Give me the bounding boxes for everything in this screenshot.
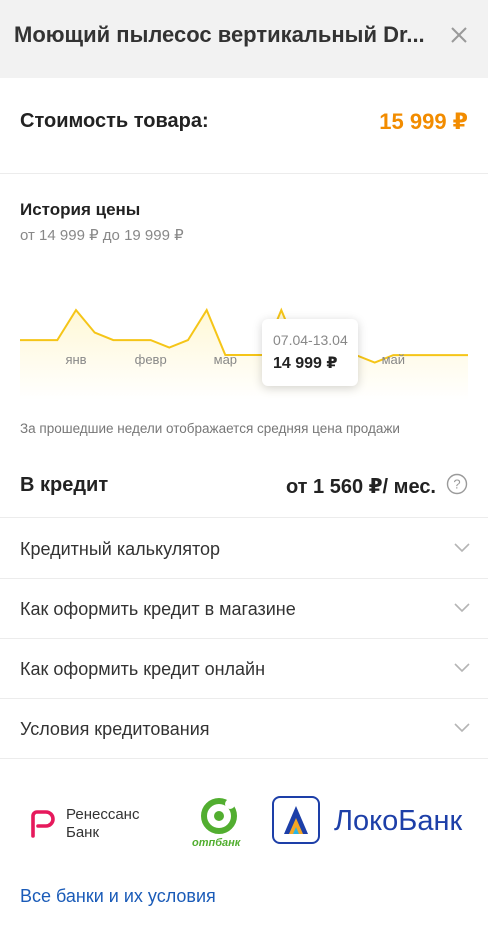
credit-label: В кредит: [20, 474, 109, 496]
chart-month-label: февр: [135, 352, 167, 367]
bank-logo-renaissance[interactable]: Ренессанс Банк: [28, 804, 168, 844]
accordion-credit-online[interactable]: Как оформить кредит онлайн: [0, 639, 488, 699]
product-price-row: Стоимость товара: 15 999 ₽: [0, 78, 488, 174]
accordion-credit-terms[interactable]: Условия кредитования: [0, 699, 488, 759]
chevron-down-icon: [454, 543, 470, 553]
price-value: 15 999 ₽: [379, 109, 468, 134]
bank-logo-otp[interactable]: отпбанк: [190, 794, 252, 854]
close-icon[interactable]: [444, 20, 474, 50]
accordion-credit-in-store[interactable]: Как оформить кредит в магазине: [0, 579, 488, 639]
accordion-label: Как оформить кредит онлайн: [20, 659, 266, 679]
credit-monthly-payment: от 1 560 ₽/ мес.: [285, 476, 436, 498]
chevron-down-icon: [454, 663, 470, 673]
chart-month-label: янв: [65, 352, 86, 367]
loko-bank-name: ЛокоБанк: [334, 805, 463, 837]
tooltip-price: 14 999 ₽: [273, 355, 338, 372]
chevron-down-icon: [454, 723, 470, 733]
tooltip-dates: 07.04-13.04: [273, 332, 348, 348]
question-circle-icon[interactable]: ?: [446, 473, 468, 495]
accordion-label: Кредитный калькулятор: [20, 539, 221, 559]
chart-note: За прошедшие недели отображается средняя…: [20, 421, 400, 436]
loko-logo-icon: [272, 796, 320, 844]
chevron-down-icon: [454, 603, 470, 613]
accordion-credit-calculator[interactable]: Кредитный калькулятор: [0, 519, 488, 579]
price-label: Стоимость товара:: [20, 110, 209, 132]
all-banks-link[interactable]: Все банки и их условия: [20, 886, 216, 907]
renaissance-logo-icon: [31, 810, 55, 838]
bank-logo-loko[interactable]: ЛокоБанк: [272, 796, 488, 846]
accordion-label: Условия кредитования: [20, 719, 210, 739]
otp-bank-name: отпбанк: [192, 837, 241, 849]
renaissance-bank-name: Ренессанс Банк: [66, 806, 140, 841]
product-title: Моющий пылесос вертикальный Dr...: [14, 22, 425, 47]
price-history-chart[interactable]: янв февр мар май: [0, 270, 488, 400]
modal-header: Моющий пылесос вертикальный Dr...: [0, 0, 488, 78]
credit-row: В кредит от 1 560 ₽/ мес. ?: [0, 460, 488, 518]
chart-tooltip: 07.04-13.04 14 999 ₽: [262, 319, 358, 386]
chart-month-label: мар: [214, 352, 237, 367]
otp-logo-icon: [201, 798, 237, 834]
chart-month-label: май: [382, 352, 405, 367]
bank-logos-strip: Ренессанс Банк отпбанк ЛокоБанк: [0, 790, 488, 860]
price-history-title: История цены: [20, 200, 141, 219]
accordion-label: Как оформить кредит в магазине: [20, 599, 296, 619]
price-history-range: от 14 999 ₽ до 19 999 ₽: [20, 227, 184, 244]
svg-text:?: ?: [453, 477, 460, 492]
